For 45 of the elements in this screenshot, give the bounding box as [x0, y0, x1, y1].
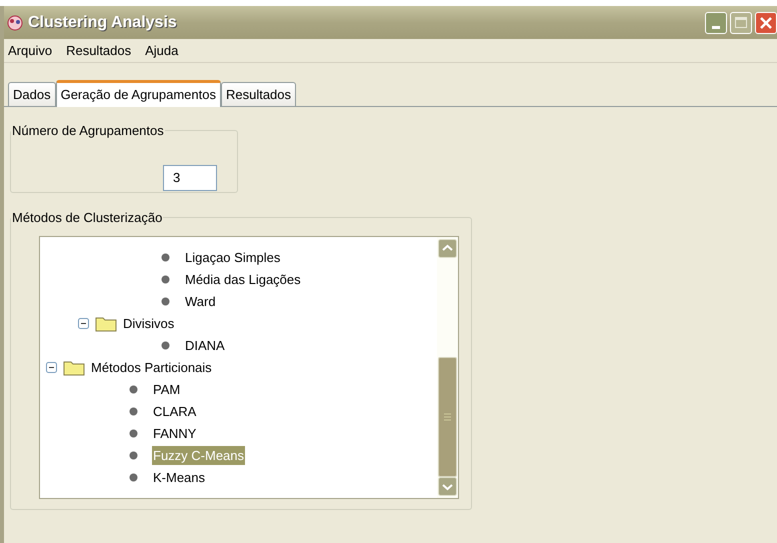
bullet-icon: [129, 451, 138, 460]
tree-item[interactable]: K-Means: [152, 468, 206, 488]
scrollbar[interactable]: [437, 236, 458, 498]
tree-item[interactable]: Média das Ligações: [184, 270, 302, 290]
window-title: Clustering Analysis: [28, 12, 177, 32]
tab[interactable]: Geração de Agrupamentos: [56, 80, 221, 107]
bullet-icon: [129, 407, 138, 416]
bullet-icon: [129, 473, 138, 482]
tree-folder-label[interactable]: Métodos Particionais: [91, 358, 212, 378]
bullet-icon: [161, 253, 170, 262]
tab[interactable]: Dados: [8, 82, 56, 106]
tree-item[interactable]: PAM: [152, 380, 182, 400]
group-title: Número de Agrupamentos: [11, 122, 165, 140]
collapse-icon[interactable]: [46, 362, 57, 373]
collapse-icon[interactable]: [78, 318, 89, 329]
grip-icon: [444, 412, 451, 420]
maximize-icon: [735, 17, 747, 28]
menu-item[interactable]: Arquivo: [8, 40, 52, 60]
minimize-icon: [712, 26, 720, 28]
tree-item[interactable]: Ward: [184, 292, 217, 312]
scroll-thumb[interactable]: [438, 356, 457, 476]
bullet-icon: [129, 429, 138, 438]
bullet-icon: [161, 297, 170, 306]
tree-item[interactable]: Ligaçao Simples: [184, 248, 282, 268]
menu-item[interactable]: Ajuda: [145, 40, 178, 60]
folder-icon: [63, 360, 85, 376]
close-button[interactable]: [755, 12, 777, 34]
number-field[interactable]: 3: [163, 164, 217, 190]
minimize-button[interactable]: [705, 12, 727, 34]
bullet-icon: [161, 275, 170, 284]
bullet-icon: [129, 385, 138, 394]
bullet-icon: [161, 341, 170, 350]
tab[interactable]: Resultados: [220, 82, 296, 106]
tree-item[interactable]: DIANA: [184, 336, 226, 356]
scroll-down-icon[interactable]: [438, 476, 457, 496]
group-title: Métodos de Clusterização: [11, 209, 164, 227]
maximize-button[interactable]: [730, 12, 752, 34]
tree-folder-label[interactable]: Divisivos: [123, 314, 174, 334]
app-icon: [6, 14, 24, 32]
close-icon: [760, 16, 772, 28]
scroll-up-icon[interactable]: [438, 238, 457, 258]
tree-item[interactable]: FANNY: [152, 424, 198, 444]
tree-item[interactable]: CLARA: [152, 402, 198, 422]
menu-item[interactable]: Resultados: [66, 40, 132, 60]
folder-icon: [95, 316, 117, 332]
